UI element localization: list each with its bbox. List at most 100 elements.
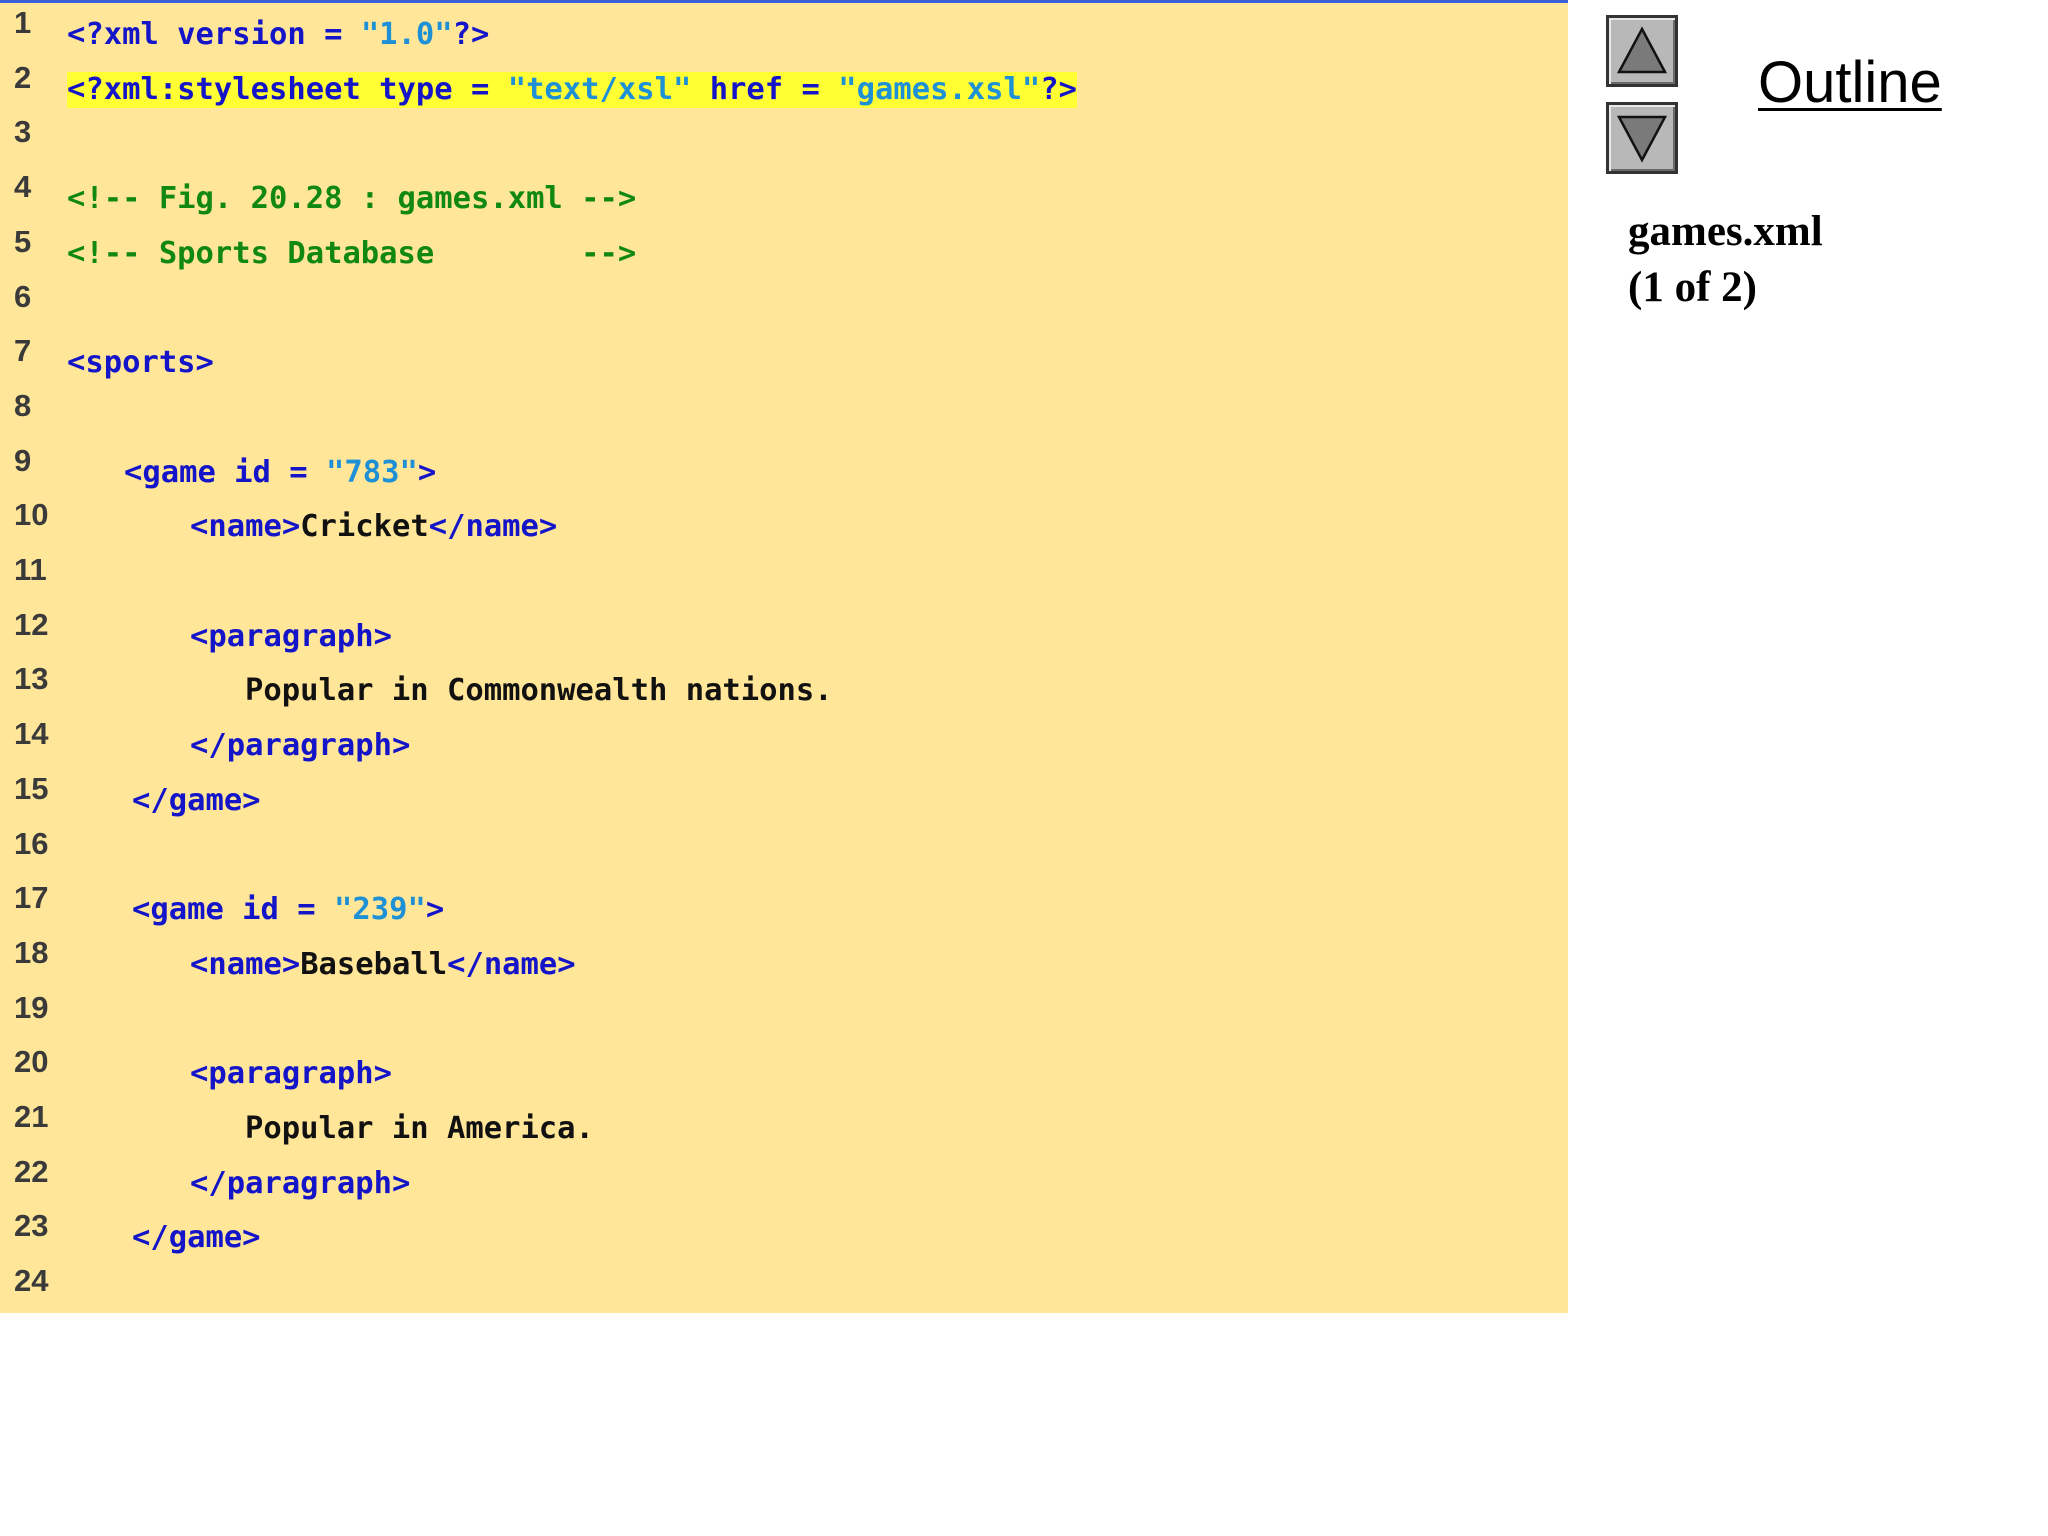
code-token-tag: href =	[691, 71, 839, 107]
line-number: 6	[14, 278, 32, 314]
next-slide-button[interactable]	[1606, 102, 1678, 174]
line-number: 21	[14, 1099, 49, 1134]
code-line: 2 <?xml:stylesheet type = "text/xsl" href…	[0, 59, 1568, 116]
code-line: 11	[0, 554, 1568, 608]
line-number: 2	[14, 59, 32, 95]
code-text: <name>Cricket</name>	[190, 509, 557, 545]
line-number: 20	[14, 1044, 49, 1080]
code-line: 23 </game>	[0, 1210, 1568, 1264]
code-token-tag: >	[417, 454, 437, 490]
code-token-tag: <?xml version =	[67, 17, 361, 52]
code-line: 21 Popular in America.	[0, 1101, 1568, 1155]
triangle-down-icon	[1616, 115, 1668, 163]
code-text: <!-- Fig. 20.28 : games.xml -->	[67, 181, 636, 217]
line-number: 3	[14, 114, 32, 150]
code-text: <game id = "783">	[124, 455, 436, 491]
line-number: 9	[14, 442, 32, 478]
code-text: Popular in Commonwealth nations.	[245, 673, 833, 709]
code-text: </game>	[132, 783, 261, 819]
triangle-up-icon	[1616, 26, 1668, 74]
code-token-tag: </game>	[132, 1220, 261, 1256]
code-token-comment: <!-- Sports Database -->	[67, 235, 637, 271]
file-name-label: games.xml	[1628, 208, 1823, 255]
code-token-str: "text/xsl"	[507, 71, 692, 107]
code-token-tag: >	[425, 892, 445, 928]
line-number: 12	[14, 606, 49, 642]
code-text: </game>	[132, 1220, 261, 1256]
code-token-text: Popular in Commonwealth nations.	[245, 673, 833, 709]
outline-link[interactable]: Outline	[1758, 48, 1942, 118]
code-text: <!-- Sports Database -->	[67, 236, 636, 272]
code-token-tag: <game id =	[124, 454, 326, 490]
line-number: 4	[14, 169, 32, 205]
code-line: 20 <paragraph>	[0, 1046, 1568, 1100]
line-number: 14	[14, 716, 49, 752]
code-token-tag: </paragraph>	[190, 1165, 411, 1201]
code-text: <paragraph>	[190, 1056, 392, 1092]
page-indicator: (1 of 2)	[1628, 264, 1757, 311]
previous-slide-button[interactable]	[1606, 15, 1678, 87]
line-number: 5	[14, 223, 32, 259]
code-token-tag: ?>	[1040, 71, 1077, 107]
code-token-str: "783"	[326, 454, 418, 490]
line-number: 10	[14, 497, 49, 533]
code-line: 24	[0, 1265, 1568, 1319]
line-number: 11	[14, 552, 47, 587]
code-token-text: Cricket	[300, 509, 429, 545]
code-line: 15 </game>	[0, 770, 1568, 827]
code-token-comment: <!-- Fig. 20.28 : games.xml -->	[67, 181, 637, 217]
code-line: 8	[0, 387, 1568, 444]
code-token-tag: </name>	[428, 509, 558, 545]
code-line: 22 </paragraph>	[0, 1153, 1568, 1210]
line-number: 19	[14, 989, 49, 1025]
code-token-tag: <paragraph>	[190, 1056, 392, 1092]
line-number: 18	[14, 934, 49, 970]
code-listing-panel: 1 <?xml version = "1.0"?> 2 <?xml:styleshee…	[0, 0, 1568, 1313]
code-token-tag: <game id =	[132, 892, 334, 928]
code-token-tag: <paragraph>	[190, 618, 392, 654]
code-text: <game id = "239">	[132, 892, 444, 928]
code-line: 3	[0, 116, 1568, 170]
code-line: 17 <game id = "239">	[0, 882, 1568, 936]
line-number: 22	[14, 1153, 49, 1189]
code-line: 7 <sports>	[0, 335, 1568, 389]
code-text: <paragraph>	[190, 619, 392, 655]
line-number: 1	[14, 5, 32, 40]
code-token-tag: <name>	[190, 946, 301, 982]
code-text: </paragraph>	[190, 1166, 410, 1202]
code-token-str: "1.0"	[360, 17, 453, 52]
code-line: 13 Popular in Commonwealth nations.	[0, 663, 1568, 717]
line-number: 8	[14, 387, 32, 423]
code-token-tag: ?>	[452, 17, 490, 52]
code-text: Popular in America.	[245, 1111, 594, 1147]
code-text: <sports>	[67, 345, 214, 381]
code-token-text: Popular in America.	[245, 1111, 594, 1146]
line-number: 16	[14, 825, 49, 861]
code-line: 12 <paragraph>	[0, 606, 1568, 663]
code-text: </paragraph>	[190, 728, 410, 764]
highlighted-code-text: <?xml:stylesheet type = "text/xsl" href …	[67, 71, 1077, 108]
line-number: 13	[14, 661, 49, 697]
code-line: 6	[0, 278, 1568, 335]
code-token-text: Baseball	[300, 946, 448, 982]
code-token-tag: </game>	[132, 782, 261, 818]
code-line: 9 <game id = "783">	[0, 442, 1568, 499]
code-token-tag: </name>	[447, 946, 576, 982]
code-token-tag: <sports>	[67, 345, 214, 381]
line-number: 24	[14, 1263, 49, 1299]
code-token-tag: <name>	[190, 509, 301, 545]
code-line: 16	[0, 825, 1568, 882]
line-number: 17	[14, 880, 49, 916]
code-token-str: "games.xsl"	[838, 71, 1041, 107]
code-text: <?xml version = "1.0"?>	[67, 17, 489, 53]
code-line: 14 </paragraph>	[0, 718, 1568, 772]
line-number: 23	[14, 1208, 49, 1244]
line-number: 15	[14, 770, 49, 806]
code-line: 5 <!-- Sports Database -->	[0, 223, 1568, 280]
code-line: 19	[0, 989, 1568, 1046]
line-number: 7	[14, 333, 32, 369]
code-line: 1 <?xml version = "1.0"?>	[0, 7, 1568, 61]
code-line: 4 <!-- Fig. 20.28 : games.xml -->	[0, 171, 1568, 225]
code-token-str: "239"	[334, 892, 426, 928]
code-line: 10 <name>Cricket</name>	[0, 499, 1568, 553]
